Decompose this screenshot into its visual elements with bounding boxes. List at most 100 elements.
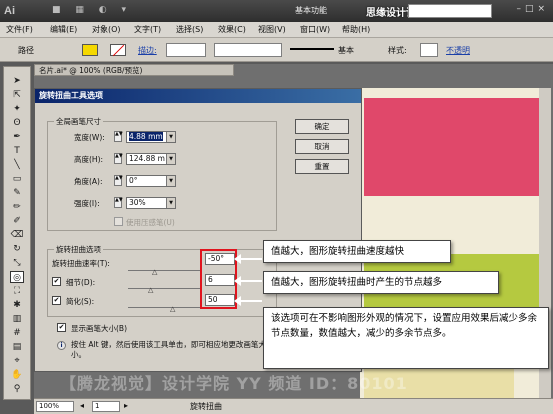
reset-button[interactable]: 重置: [295, 159, 349, 174]
menu-window[interactable]: 窗口(W): [300, 24, 330, 35]
dialog-title: 旋转扭曲工具选项: [35, 89, 361, 103]
document-tab[interactable]: 名片.ai* @ 100% (RGB/预览): [34, 64, 234, 76]
twirl-tool-icon[interactable]: ◎: [10, 271, 24, 283]
width-input[interactable]: 4.88 mm ▼: [126, 131, 176, 143]
show-brush-size-label: 显示画笔大小(B): [71, 324, 127, 333]
detail-checkbox[interactable]: ✔: [52, 277, 61, 286]
line-tool-icon[interactable]: ╲: [10, 159, 24, 171]
brush-definition-label[interactable]: 基本: [338, 45, 354, 56]
current-tool-status: 旋转扭曲: [190, 402, 222, 411]
variable-width-field[interactable]: [214, 43, 282, 57]
width-stepper-icon[interactable]: ▲▼: [114, 131, 123, 142]
height-input[interactable]: 124.88 m ▼: [126, 153, 176, 165]
app-title-bar: Ai ■ ▦ ◐ ▾ 基本功能 思缘设计论坛 –□×: [0, 0, 553, 22]
menu-view[interactable]: 视图(V): [258, 24, 286, 35]
paintbrush-tool-icon[interactable]: ✎: [10, 187, 24, 199]
simplify-checkbox[interactable]: ✔: [52, 296, 61, 305]
callout-twirl-rate: 值越大，图形旋转扭曲速度越快: [263, 240, 451, 263]
symbol-sprayer-tool-icon[interactable]: ✱: [10, 299, 24, 311]
type-tool-icon[interactable]: T: [10, 145, 24, 157]
menu-type[interactable]: 文字(T): [134, 24, 161, 35]
intensity-input[interactable]: 30% ▼: [126, 197, 176, 209]
gradient-tool-icon[interactable]: ▤: [10, 341, 24, 353]
pen-tool-icon[interactable]: ✒: [10, 131, 24, 143]
callout-arrow-detail: [234, 276, 262, 286]
highlight-frame: [200, 249, 237, 309]
menu-object[interactable]: 对象(O): [92, 24, 121, 35]
status-bar: 100% ◂ 1 ▸ 旋转扭曲: [34, 398, 553, 414]
global-brush-legend: 全局画笔尺寸: [54, 116, 103, 127]
intensity-stepper-icon[interactable]: ▲▼: [114, 197, 123, 208]
info-icon: i: [57, 341, 66, 350]
width-dropdown-icon[interactable]: ▼: [166, 132, 175, 142]
free-transform-tool-icon[interactable]: ⛶: [10, 285, 24, 297]
eraser-tool-icon[interactable]: ⌫: [10, 229, 24, 241]
brush-size-tip: 按住 Alt 键，然后使用该工具单击，即可相应地更改画笔大小。: [71, 340, 266, 359]
cancel-button[interactable]: 取消: [295, 139, 349, 154]
menu-help[interactable]: 帮助(H): [342, 24, 370, 35]
pink-card-shape[interactable]: [364, 98, 546, 196]
stroke-weight-field[interactable]: [166, 43, 206, 57]
angle-label: 角度(A):: [74, 177, 103, 186]
height-label: 高度(H):: [74, 155, 104, 164]
twirl-rate-slider[interactable]: [128, 270, 200, 271]
ok-button[interactable]: 确定: [295, 119, 349, 134]
angle-stepper-icon[interactable]: ▲▼: [114, 175, 123, 186]
mesh-tool-icon[interactable]: #: [10, 327, 24, 339]
fill-color-swatch[interactable]: [82, 44, 98, 56]
stroke-color-swatch[interactable]: [110, 44, 126, 56]
rectangle-tool-icon[interactable]: ▭: [10, 173, 24, 185]
menu-select[interactable]: 选择(S): [176, 24, 203, 35]
detail-slider-thumb[interactable]: △: [148, 286, 153, 294]
selection-type-label: 路径: [18, 46, 34, 55]
height-stepper-icon[interactable]: ▲▼: [114, 153, 123, 164]
artboard-next-icon[interactable]: ▸: [124, 401, 128, 410]
menu-bar: 文件(F) 编辑(E) 对象(O) 文字(T) 选择(S) 效果(C) 视图(V…: [0, 22, 553, 38]
twirl-rate-slider-thumb[interactable]: △: [152, 268, 157, 276]
artboard-number-field[interactable]: 1: [92, 401, 120, 412]
graph-tool-icon[interactable]: ▥: [10, 313, 24, 325]
stroke-label-link[interactable]: 描边:: [138, 45, 157, 56]
bottom-watermark: 【腾龙视觉】设计学院 YY 频道 ID：80101: [60, 374, 408, 393]
graphic-style-swatch[interactable]: [420, 43, 438, 57]
zoom-tool-icon[interactable]: ⚲: [10, 383, 24, 395]
rotate-tool-icon[interactable]: ↻: [10, 243, 24, 255]
title-bar-tool-icons[interactable]: ■ ▦ ◐ ▾: [52, 5, 132, 15]
tools-panel: ➤ ⇱ ✦ ʘ ✒ T ╲ ▭ ✎ ✏ ✐ ⌫ ↻ ⤡ ◎ ⛶ ✱ ▥ # ▤ …: [3, 66, 31, 400]
menu-edit[interactable]: 编辑(E): [50, 24, 77, 35]
zoom-level-field[interactable]: 100%: [36, 401, 74, 412]
angle-dropdown-icon[interactable]: ▼: [166, 176, 175, 186]
callout-simplify: 该选项可在不影响图形外观的情况下，设置应用效果后减少多余节点数量，数值越大，减少…: [263, 307, 549, 369]
width-label: 宽度(W):: [74, 133, 105, 142]
menu-file[interactable]: 文件(F): [6, 24, 33, 35]
eyedropper-tool-icon[interactable]: ⌖: [10, 355, 24, 367]
selection-tool-icon[interactable]: ➤: [10, 75, 24, 87]
blob-brush-tool-icon[interactable]: ✐: [10, 215, 24, 227]
opacity-label-link[interactable]: 不透明: [446, 45, 470, 56]
window-controls[interactable]: –□×: [516, 4, 549, 14]
use-pressure-pen-checkbox[interactable]: [114, 217, 123, 226]
style-label: 样式:: [388, 46, 407, 55]
direct-selection-tool-icon[interactable]: ⇱: [10, 89, 24, 101]
simplify-label: 简化(S):: [66, 297, 95, 306]
pencil-tool-icon[interactable]: ✏: [10, 201, 24, 213]
intensity-dropdown-icon[interactable]: ▼: [166, 198, 175, 208]
scale-tool-icon[interactable]: ⤡: [10, 257, 24, 269]
show-brush-size-checkbox[interactable]: ✔: [57, 323, 66, 332]
callout-arrow-simplify: [234, 296, 262, 306]
detail-slider[interactable]: [128, 288, 200, 289]
global-brush-group: 全局画笔尺寸 宽度(W): ▲▼ 4.88 mm ▼ 高度(H): ▲▼ 124.…: [47, 116, 277, 231]
artboard-prev-icon[interactable]: ◂: [80, 401, 84, 410]
use-pressure-pen-label: 使用压感笔(U): [126, 218, 175, 227]
simplify-slider-thumb[interactable]: △: [170, 305, 175, 313]
magic-wand-tool-icon[interactable]: ✦: [10, 103, 24, 115]
lasso-tool-icon[interactable]: ʘ: [10, 117, 24, 129]
menu-effect[interactable]: 效果(C): [218, 24, 246, 35]
height-dropdown-icon[interactable]: ▼: [166, 154, 175, 164]
search-field[interactable]: [408, 4, 492, 18]
hand-tool-icon[interactable]: ✋: [10, 369, 24, 381]
simplify-slider[interactable]: [128, 307, 200, 308]
angle-input[interactable]: 0° ▼: [126, 175, 176, 187]
illustrator-logo-icon: Ai: [4, 5, 15, 17]
workspace-switcher[interactable]: 基本功能: [295, 5, 327, 16]
